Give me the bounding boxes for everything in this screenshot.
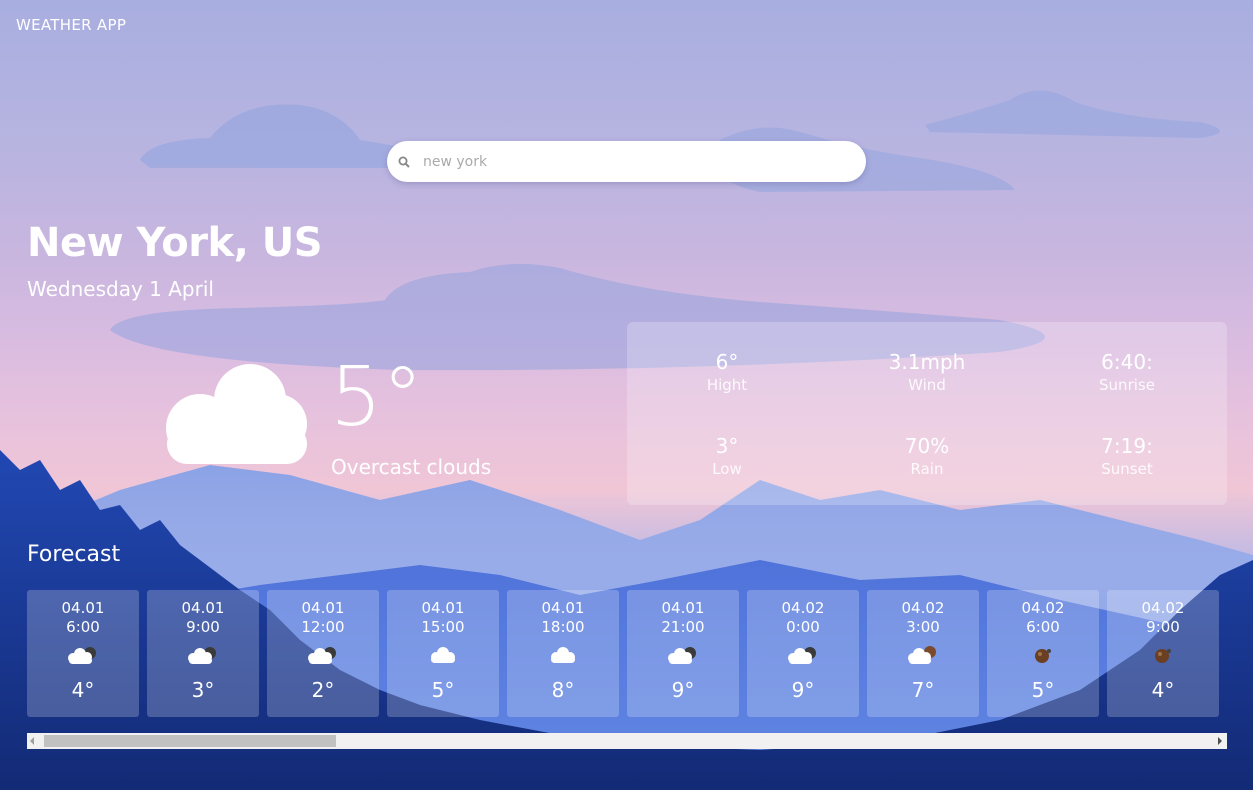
forecast-date: 04.01 (301, 599, 345, 617)
forecast-card: 04.01 12:00 2° (267, 590, 379, 717)
detail-value: 3° (715, 434, 739, 458)
search-bar[interactable] (387, 141, 866, 182)
forecast-time: 15:00 (421, 618, 465, 636)
forecast-temperature: 3° (191, 678, 215, 702)
scroll-right-arrow-icon[interactable] (1218, 737, 1222, 745)
detail-sunset: 7:19: Sunset (1027, 434, 1227, 478)
scroll-left-arrow-icon[interactable] (30, 737, 34, 745)
detail-rain: 70% Rain (827, 434, 1027, 478)
detail-value: 6:40: (1101, 350, 1153, 374)
detail-sunrise: 6:40: Sunrise (1027, 350, 1227, 394)
forecast-date: 04.01 (421, 599, 465, 617)
forecast-temperature: 5° (431, 678, 455, 702)
cloud-icon (387, 642, 499, 668)
detail-low: 3° Low (627, 434, 827, 478)
forecast-temperature: 9° (791, 678, 815, 702)
forecast-temperature: 8° (551, 678, 575, 702)
current-date: Wednesday 1 April (27, 277, 214, 301)
forecast-time: 9:00 (1146, 618, 1180, 636)
cloud-sun-icon (267, 642, 379, 668)
forecast-card: 04.02 0:00 9° (747, 590, 859, 717)
detail-label: Rain (910, 460, 944, 478)
detail-label: Hight (706, 376, 748, 394)
scrollbar-thumb[interactable] (44, 735, 336, 747)
weather-description: Overcast clouds (331, 455, 492, 479)
forecast-date: 04.01 (541, 599, 585, 617)
forecast-temperature: 7° (911, 678, 935, 702)
forecast-temperature: 2° (311, 678, 335, 702)
forecast-card: 04.01 15:00 5° (387, 590, 499, 717)
cloud-icon (507, 642, 619, 668)
cloud-icon (165, 362, 310, 466)
rain-drop-icon (1107, 642, 1219, 668)
forecast-card: 04.02 3:00 7° (867, 590, 979, 717)
rain-drop-icon (987, 642, 1099, 668)
cloud-sun-icon (627, 642, 739, 668)
detail-high: 6° Hight (627, 350, 827, 394)
detail-value: 70% (904, 434, 950, 458)
forecast-time: 6:00 (1026, 618, 1060, 636)
detail-label: Low (712, 460, 742, 478)
search-icon (397, 155, 411, 169)
forecast-card: 04.02 9:00 4° (1107, 590, 1219, 717)
forecast-card: 04.01 6:00 4° (27, 590, 139, 717)
forecast-date: 04.02 (1021, 599, 1065, 617)
forecast-time: 6:00 (66, 618, 100, 636)
forecast-time: 9:00 (186, 618, 220, 636)
app-title: WEATHER APP (16, 16, 127, 34)
forecast-time: 18:00 (541, 618, 585, 636)
forecast-date: 04.01 (181, 599, 225, 617)
forecast-temperature: 4° (1151, 678, 1175, 702)
forecast-date: 04.01 (661, 599, 705, 617)
details-panel: 6° Hight 3.1mph Wind 6:40: Sunrise 3° Lo… (627, 322, 1227, 505)
detail-wind: 3.1mph Wind (827, 350, 1027, 394)
forecast-card: 04.01 9:00 3° (147, 590, 259, 717)
forecast-date: 04.02 (1141, 599, 1185, 617)
forecast-time: 0:00 (786, 618, 820, 636)
forecast-date: 04.02 (901, 599, 945, 617)
forecast-list[interactable]: 04.01 6:00 4° 04.01 9:00 3° 04.01 12:00 2° 04.01 1… (27, 590, 1227, 717)
detail-value: 7:19: (1101, 434, 1153, 458)
forecast-time: 3:00 (906, 618, 940, 636)
city-name: New York, US (27, 220, 323, 266)
forecast-date: 04.02 (781, 599, 825, 617)
detail-label: Sunrise (1099, 376, 1155, 394)
forecast-temperature: 9° (671, 678, 695, 702)
detail-label: Sunset (1101, 460, 1153, 478)
cloud-sun-icon (147, 642, 259, 668)
current-temperature: 5° (330, 350, 424, 445)
search-input[interactable] (421, 152, 845, 171)
forecast-temperature: 4° (71, 678, 95, 702)
detail-label: Wind (908, 376, 946, 394)
horizontal-scrollbar[interactable] (27, 733, 1227, 749)
cloud-sun-icon (747, 642, 859, 668)
forecast-date: 04.01 (61, 599, 105, 617)
forecast-card: 04.01 21:00 9° (627, 590, 739, 717)
detail-value: 3.1mph (888, 350, 966, 374)
cloud-rain-icon (867, 642, 979, 668)
forecast-temperature: 5° (1031, 678, 1055, 702)
forecast-card: 04.02 6:00 5° (987, 590, 1099, 717)
forecast-time: 12:00 (301, 618, 345, 636)
cloud-sun-icon (27, 642, 139, 668)
detail-value: 6° (715, 350, 739, 374)
forecast-heading: Forecast (27, 542, 121, 567)
forecast-time: 21:00 (661, 618, 705, 636)
forecast-card: 04.01 18:00 8° (507, 590, 619, 717)
